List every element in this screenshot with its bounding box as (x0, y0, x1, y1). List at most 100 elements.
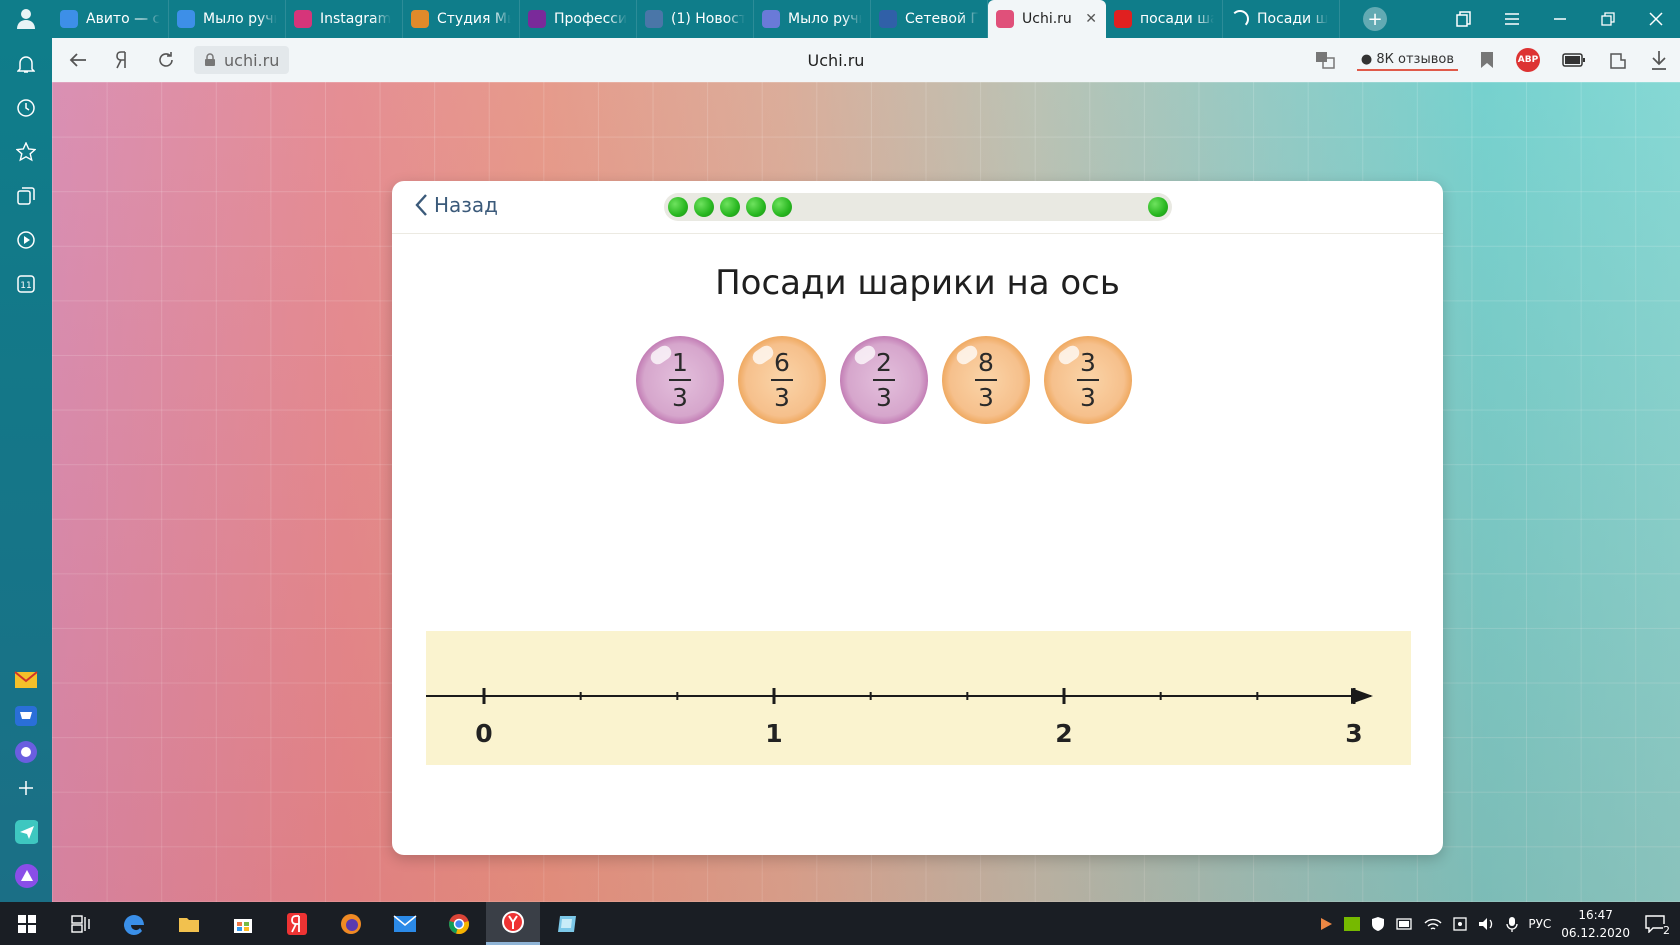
explorer-button[interactable] (162, 902, 216, 945)
media-button[interactable] (14, 228, 38, 252)
fraction-ball[interactable]: 83 (942, 336, 1030, 424)
yandex-button[interactable] (100, 38, 144, 82)
task-view-button[interactable] (54, 902, 108, 945)
volume-icon[interactable] (1478, 917, 1496, 931)
fraction-ball[interactable]: 13 (636, 336, 724, 424)
browser-tab[interactable]: посади ша (1106, 0, 1223, 38)
menu-button[interactable] (1488, 0, 1536, 38)
browser-tab[interactable]: Мыло ручн (169, 0, 286, 38)
chevron-left-icon (415, 194, 427, 216)
clock-icon (17, 99, 35, 117)
download-icon[interactable] (1650, 50, 1668, 70)
mail-app-button[interactable] (14, 668, 38, 692)
yandex-browser-button[interactable] (486, 902, 540, 945)
collections-button[interactable] (14, 184, 38, 208)
plus-icon (19, 781, 33, 795)
firefox-icon (341, 913, 361, 934)
progress-dot (694, 197, 714, 217)
minimize-button[interactable] (1536, 0, 1584, 38)
url-field[interactable]: uchi.ru (194, 46, 290, 74)
send-icon (15, 820, 38, 844)
browser-tab[interactable]: Uchi.ru ✕ (988, 0, 1106, 38)
close-icon (1649, 12, 1663, 26)
zen-app-button[interactable] (14, 820, 38, 844)
browser-tab[interactable]: Авито — с (52, 0, 169, 38)
browser-tab[interactable]: Професси (520, 0, 637, 38)
clock-date: 06.12.2020 (1561, 925, 1630, 940)
calendar-button[interactable]: 11 (14, 272, 38, 296)
bookmarks-panel-button[interactable] (1440, 0, 1488, 38)
wifi-icon[interactable] (1424, 917, 1442, 931)
bookmark-icon[interactable] (1480, 51, 1494, 69)
nvidia-icon[interactable] (1344, 916, 1361, 931)
reviews-badge[interactable]: ● 8К отзывов (1356, 50, 1458, 71)
yandex-app-button[interactable] (270, 902, 324, 945)
market-app-button[interactable] (14, 704, 38, 728)
store-button[interactable] (216, 902, 270, 945)
paint-button[interactable] (540, 902, 594, 945)
url-text: uchi.ru (224, 50, 280, 70)
back-nav-button[interactable] (56, 38, 100, 82)
star-icon (762, 10, 780, 28)
ball-shine (647, 342, 675, 368)
progress-dot (772, 197, 792, 217)
chrome-button[interactable] (432, 902, 486, 945)
browser-tab[interactable]: Посади ш (1223, 0, 1340, 38)
yandex-icon (1114, 10, 1132, 28)
number-line-zone[interactable]: 0 1 2 3 (426, 631, 1411, 765)
fraction-ball[interactable]: 23 (840, 336, 928, 424)
battery-tray-icon[interactable] (1396, 917, 1414, 930)
new-tab-button[interactable]: + (1358, 0, 1392, 38)
shield-icon[interactable] (1370, 916, 1386, 932)
fraction-ball[interactable]: 63 (738, 336, 826, 424)
language-indicator[interactable]: РУС (1528, 917, 1551, 931)
firefox-button[interactable] (324, 902, 378, 945)
fraction-denominator: 3 (978, 383, 994, 412)
favorites-button[interactable] (14, 140, 38, 164)
profile-button[interactable] (0, 0, 52, 38)
mail-button[interactable] (378, 902, 432, 945)
folder-icon (179, 917, 199, 932)
battery-icon[interactable] (1562, 53, 1586, 67)
tab-title: Uchi.ru (1022, 11, 1072, 27)
extensions-icon[interactable] (1608, 50, 1628, 70)
notification-icon (1645, 914, 1665, 933)
alice-icon (15, 864, 38, 888)
browser-tab[interactable]: Instagram (286, 0, 403, 38)
store-icon (234, 918, 252, 933)
alice-button[interactable] (14, 864, 38, 888)
close-tab-icon[interactable]: ✕ (1085, 11, 1097, 27)
bookmark-panel-icon (1456, 11, 1471, 27)
fraction-ball[interactable]: 33 (1044, 336, 1132, 424)
browser-tab[interactable]: (1) Новост (637, 0, 754, 38)
browser-tab[interactable]: Мыло ручн (754, 0, 871, 38)
add-panel-button[interactable] (14, 776, 38, 800)
edge-button[interactable] (108, 902, 162, 945)
notifications-button[interactable] (14, 52, 38, 76)
yandex-logo-icon (116, 51, 126, 69)
back-button[interactable]: Назад (414, 193, 498, 217)
translate-icon[interactable] (1315, 51, 1335, 69)
adblock-icon[interactable]: ABP (1516, 48, 1540, 72)
security-icon[interactable] (1452, 916, 1468, 932)
browser-tab[interactable]: Студия Мы (403, 0, 520, 38)
browser-tab[interactable]: Сетевой Г (871, 0, 988, 38)
restore-button[interactable] (1584, 0, 1632, 38)
messenger-icon (15, 741, 37, 763)
avito-icon (177, 10, 195, 28)
microphone-icon[interactable] (1506, 916, 1518, 932)
reload-button[interactable] (144, 38, 188, 82)
close-window-button[interactable] (1632, 0, 1680, 38)
browser-sidebar: 11 (0, 38, 52, 902)
minimize-icon (1554, 18, 1566, 20)
hamburger-icon (1505, 13, 1519, 25)
media-tray-icon[interactable] (1318, 916, 1334, 932)
notification-center-button[interactable]: 2 (1640, 914, 1670, 937)
history-button[interactable] (14, 96, 38, 120)
ball-shine (1055, 342, 1083, 368)
messenger-app-button[interactable] (14, 740, 38, 764)
clock[interactable]: 16:47 06.12.2020 (1561, 906, 1630, 942)
start-button[interactable] (0, 902, 54, 945)
windows-logo-icon (18, 914, 36, 933)
axis-label: 1 (765, 719, 783, 748)
